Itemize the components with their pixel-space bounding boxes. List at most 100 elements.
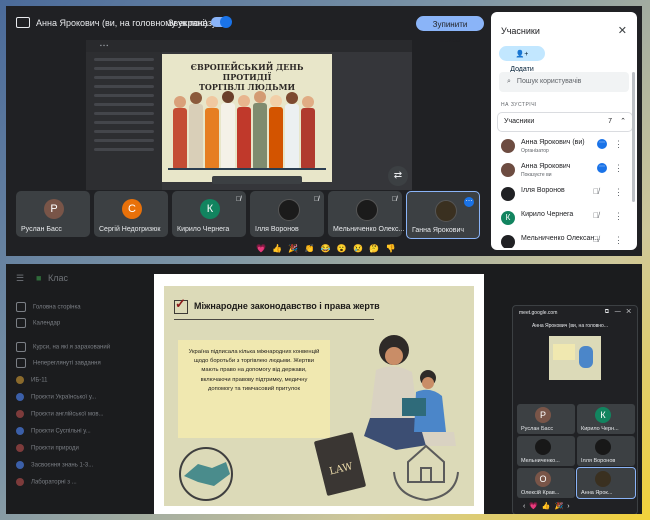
people-illustration [168, 91, 326, 170]
classroom-sidebar: Головна сторінка Календар Курси, на які … [6, 294, 156, 514]
tile-name: Ганна Ярокович [412, 227, 465, 234]
avatar: К [501, 211, 515, 225]
avatar [501, 139, 515, 153]
tile-name: Мельниченко Олекс... [333, 226, 405, 233]
participants-group[interactable]: Учасники 7 ⌃ [497, 112, 633, 132]
more-options-icon[interactable]: ⋯ [464, 197, 474, 207]
class-avatar [16, 461, 24, 469]
add-people-button[interactable]: 👤+ Додати [499, 46, 545, 73]
class-avatar [16, 478, 24, 486]
close-icon[interactable]: ✕ [618, 24, 627, 37]
tile-name: Кирило Чернега [177, 226, 230, 233]
avatar-photo [435, 200, 457, 222]
participant-tile[interactable]: Мельниченко... [517, 436, 575, 466]
participant-row[interactable]: Ілля Воронов 🎙̸ ⋮ [497, 184, 629, 206]
classroom-logo-icon: ■ [36, 273, 42, 283]
kebab-menu-icon[interactable]: ⋮ [614, 187, 623, 198]
participant-row[interactable]: К Кирило Чернега 🎙̸ ⋮ [497, 208, 629, 230]
participant-tile[interactable]: 🎙̸ Ілля Воронов [250, 191, 324, 237]
participant-tile[interactable]: Р Руслан Басс [16, 191, 90, 237]
participant-row[interactable]: Анна Ярокович Показуєте ви ⋯ ⋮ [497, 160, 629, 182]
presenter-bar: Анна Ярокович (ви, на головно... [532, 323, 608, 329]
share-bar: Анна Ярокович (ви, на головному екрані) … [6, 6, 486, 44]
window-controls[interactable]: ⧉ — ✕ [605, 309, 633, 316]
scrollbar[interactable] [632, 72, 635, 202]
kebab-menu-icon[interactable]: ⋮ [614, 235, 623, 246]
presentation-thumbnail [549, 336, 601, 380]
law-book-icon: LAW [314, 432, 366, 496]
tile-name: Руслан Басс [21, 226, 62, 233]
tile-name: Сергій Недогризюк [99, 226, 161, 233]
mic-off-icon: 🎙̸ [235, 196, 241, 203]
kebab-menu-icon[interactable]: ⋮ [614, 211, 623, 222]
more-options-icon[interactable]: ⋯ [597, 163, 607, 173]
avatar-photo [278, 199, 300, 221]
class-avatar [16, 410, 24, 418]
avatar: К [200, 199, 220, 219]
participant-tile[interactable]: 🎙̸ Мельниченко Олекс... [328, 191, 405, 237]
search-input[interactable]: ⌕ Пошук користувачів [499, 72, 629, 92]
kebab-menu-icon[interactable]: ⋮ [614, 139, 623, 150]
avatar [501, 187, 515, 201]
avatar: С [122, 199, 142, 219]
sidebar-item-class[interactable]: Проєкти Суспільні у... [16, 427, 91, 435]
school-icon [16, 342, 26, 352]
home-icon [16, 302, 26, 312]
avatar-photo [595, 439, 611, 455]
sound-toggle[interactable] [211, 16, 232, 28]
slide-controls[interactable] [212, 176, 302, 184]
calendar-icon [16, 318, 26, 328]
stop-presenting-button[interactable]: Зупинити показ [416, 16, 484, 44]
participant-tile[interactable]: К Кирило Черн... [577, 404, 635, 434]
sidebar-item-calendar[interactable]: Календар [16, 318, 60, 328]
mic-off-icon: 🎙̸ [593, 211, 599, 220]
participant-tile[interactable]: К 🎙̸ Кирило Чернега [172, 191, 246, 237]
avatar: О [535, 471, 551, 487]
participant-row[interactable]: Мельниченко Олексан... 🎙̸ ⋮ [497, 232, 629, 248]
avatar-photo [595, 471, 611, 487]
sidebar-item-home[interactable]: Головна сторінка [16, 302, 81, 312]
house-hands-icon [393, 444, 459, 502]
slides-thumbnail-sidebar [86, 52, 162, 190]
sound-label: Звук показу [168, 18, 217, 28]
reactions-bar[interactable]: ‹ 💗 👍 🎉 › [523, 502, 571, 510]
meet-floating-window[interactable]: meet.google.com ⧉ — ✕ Анна Ярокович (ви,… [512, 305, 638, 514]
sidebar-item-class[interactable]: Проєкти природи [16, 444, 79, 452]
present-screen-icon [16, 17, 30, 28]
avatar: Р [44, 199, 64, 219]
participant-tile[interactable]: Р Руслан Басс [517, 404, 575, 434]
participant-row[interactable]: Анна Ярокович (ви) Організатор ⋯ ⋮ [497, 136, 629, 158]
add-person-icon: 👤+ [515, 51, 529, 58]
people-reading-icon [364, 335, 456, 450]
browser-tabbar: ▪ ▪ ▪ [86, 40, 412, 52]
class-avatar [16, 376, 24, 384]
avatar: К [595, 407, 611, 423]
avatar-photo [535, 439, 551, 455]
participant-tile[interactable]: С Сергій Недогризюк [94, 191, 168, 237]
sidebar-item-class[interactable]: Засвоєння знань 1-3... [16, 461, 93, 469]
participant-tile-self[interactable]: ⋯ Ганна Ярокович [406, 191, 480, 239]
participant-tile[interactable]: Ілля Воронов [577, 436, 635, 466]
participant-tile[interactable]: О Олексій Крав... [517, 468, 575, 498]
avatar-photo [356, 199, 378, 221]
section-label: НА ЗУСТРІЧІ [501, 102, 537, 108]
sidebar-item-class[interactable]: ИБ-11 [16, 376, 47, 384]
share-action-icon[interactable]: ⇄ [388, 166, 408, 186]
law-illustration: LAW [179, 335, 459, 502]
participant-tile-self[interactable]: Анна Ярок... [576, 467, 636, 499]
sidebar-item-class[interactable]: Лабораторні з ... [16, 478, 77, 486]
mic-off-icon: 🎙̸ [313, 196, 319, 203]
sidebar-item-todo[interactable]: Непереглянуті завдання [16, 358, 101, 368]
sidebar-item-class[interactable]: Проєкти Української у... [16, 393, 96, 401]
sidebar-item-enrolled[interactable]: Курси, на які я зарахований [16, 342, 110, 352]
mic-off-icon: 🎙̸ [593, 235, 599, 244]
sidebar-item-class[interactable]: Проєкти англійської мов... [16, 410, 104, 418]
menu-icon[interactable]: ☰ [16, 273, 24, 284]
classroom-window: ☰ ■ Клас Головна сторінка Календар Курси… [6, 264, 642, 514]
reactions-bar[interactable]: 💗 👍 🎉 👏 😂 😮 😢 🤔 👎 [256, 244, 416, 256]
avatar [501, 163, 515, 177]
tile-name: Ілля Воронов [255, 226, 299, 233]
more-options-icon[interactable]: ⋯ [597, 139, 607, 149]
kebab-menu-icon[interactable]: ⋮ [614, 163, 623, 174]
window-title: meet.google.com [519, 310, 558, 316]
